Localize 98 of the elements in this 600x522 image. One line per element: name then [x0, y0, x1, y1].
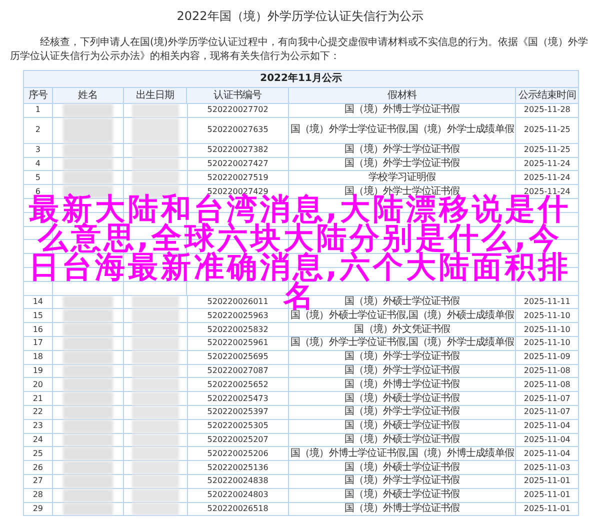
- table-cell: 2025-11-24: [524, 174, 570, 182]
- table-cell: 520220025963: [207, 312, 268, 320]
- table-cell: 20: [32, 380, 44, 389]
- table-cell: 520220025136: [207, 464, 268, 472]
- table-cell: 国（境）外学士学位证书假: [344, 145, 460, 156]
- table-cell: 2025-11-28: [524, 106, 570, 114]
- table-cell: 4: [35, 160, 40, 168]
- table-cell: 国（境）外硕士学位证书假: [344, 296, 460, 307]
- table-cell: 28: [32, 491, 44, 500]
- column-header: 序号: [28, 90, 48, 100]
- table-cell: 520220025207: [207, 436, 268, 444]
- table-cell: 2025-11-08: [524, 380, 570, 389]
- table-cell: 26: [32, 464, 44, 472]
- overlay-headline-line: 最新大陆和台湾消息,大陆漂移说是什: [28, 195, 572, 224]
- table-cell: 5: [35, 174, 40, 182]
- table-cell: 2025-11-08: [524, 366, 570, 375]
- overlay-headline-line: 名: [284, 282, 316, 311]
- table-cell: 国（境）外硕士学位证书假: [344, 394, 460, 404]
- table-cell: 15: [32, 312, 44, 320]
- table-cell: 国（境）外学士学位证书假: [344, 158, 460, 169]
- table-cell: 2: [35, 126, 40, 134]
- column-header: 姓名: [78, 90, 98, 100]
- table-cell: 国（境）外学士学位证书假: [344, 476, 460, 486]
- table-cell: 2025-11-09: [524, 353, 570, 362]
- table-cell: 国（境）外学士学位证书假: [344, 352, 460, 362]
- table-cell: 22: [32, 408, 44, 416]
- table-cell: 2025-11-01: [524, 477, 570, 486]
- table-cell: 2025-11-07: [524, 408, 570, 416]
- table-cell: 27: [32, 477, 44, 486]
- table-cell: 25: [32, 450, 44, 458]
- table-cell: 520220027427: [207, 160, 268, 168]
- page-title: 2022年国（境）外学历学位认证失信行为公示: [176, 8, 424, 24]
- table-cell: 520220025473: [207, 394, 268, 403]
- table-cell: 520220027382: [207, 146, 268, 154]
- table-cell: 3: [35, 146, 40, 154]
- table-cell: 2025-11-01: [524, 491, 570, 500]
- column-header: 假材料: [388, 90, 417, 100]
- table-cell: 2025-11-10: [524, 312, 570, 320]
- table-cell: 520220025652: [207, 380, 268, 389]
- table-cell: 2025-11-24: [524, 188, 570, 196]
- table-cell: 国（境）外硕士学位证书假,国（境）外硕士成绩单假: [290, 310, 514, 321]
- table-cell: 520220025397: [207, 408, 268, 416]
- table-cell: 1: [35, 106, 40, 114]
- table-cell: 19: [32, 366, 44, 375]
- table-cell: 520220025961: [207, 339, 268, 348]
- table-cell: 520220026518: [207, 504, 268, 513]
- intro-paragraph: 经核查，下列申请人在国(境)外学历学位认证过程中，有向我中心提交虚假申请材料或不实信息的行为。依据《国（境）外学历学位认证失信行为公示办法》的相关内容，现将有关失信行为公示如下：: [10, 36, 589, 64]
- table-cell: 2025-11-24: [524, 160, 570, 168]
- table-cell: 520220025832: [207, 326, 268, 334]
- table-cell: 2025-11-04: [524, 422, 570, 430]
- table-cell: 国（境）外硕士学位证书假: [344, 421, 460, 432]
- table-cell: 国（境）外硕士学位证书假: [344, 434, 460, 445]
- overlay-headline-line: 日台海最新准确消息,六个大陆面积排: [28, 253, 572, 282]
- table-cell: 520220025206: [207, 450, 268, 458]
- table-cell: 520220025695: [207, 353, 268, 362]
- table-cell: 国（境）外博士学位证书假: [344, 380, 460, 390]
- table-cell: 2025-11-25: [524, 126, 570, 134]
- table-cell: 国（境）外文凭证书假: [354, 324, 450, 335]
- table-cell: 18: [32, 353, 44, 362]
- table-cell: 国（境）外学士学位证书假: [344, 407, 460, 418]
- table-cell: 29: [32, 504, 44, 513]
- table-cell: 国（境）外学士学位证书假,国（境）外学士成绩单假: [290, 338, 514, 348]
- table-cell: 2025-11-03: [524, 464, 570, 472]
- table-cell: 国（境）外硕士学位证书假: [344, 490, 460, 500]
- table-cell: 2025-11-07: [524, 394, 570, 403]
- table-cell: 国（境）外硕士学位证书假: [344, 462, 460, 473]
- table-cell: 2025-11-04: [524, 436, 570, 444]
- table-cell: 2025-11-10: [524, 339, 570, 348]
- table-cell: 520220027519: [207, 174, 268, 182]
- table-cell: 23: [32, 422, 44, 430]
- table-cell: 6: [35, 188, 40, 196]
- table-cell: 17: [32, 339, 44, 348]
- table-cell: 520220027702: [207, 106, 268, 114]
- column-header: 认证书编号: [214, 90, 262, 100]
- table-cell: 520220024803: [207, 491, 268, 500]
- table-cell: 520220027635: [207, 126, 268, 134]
- table-cell: 2025-11-01: [524, 504, 570, 513]
- table-cell: 24: [32, 436, 44, 444]
- table-cell: 2025-11-25: [524, 146, 570, 154]
- table-cell: 2025-11-10: [524, 326, 570, 334]
- table-cell: 国（境）外博士学位证书假: [344, 504, 460, 514]
- table-cell: 520220027087: [207, 366, 268, 375]
- table-caption: 2022年11月公示: [260, 74, 342, 84]
- table-cell: 国（境）外博士学位证书假,国（境）外博士成绩单假: [290, 448, 514, 459]
- table-cell: 520220024838: [207, 477, 268, 486]
- table-cell: 520220025305: [207, 422, 268, 430]
- table-cell: 21: [32, 394, 44, 403]
- column-header: 出生日期: [136, 90, 174, 100]
- table-cell: 学校学习证明假: [368, 172, 436, 183]
- column-header: 公示结束时间: [518, 90, 576, 100]
- table-cell: 520220026011: [207, 298, 268, 306]
- table-cell: 国（境）外学士学位证书假: [344, 366, 460, 376]
- table-cell: 国（境）外博士学位证书假: [344, 105, 460, 116]
- table-cell: 2025-11-11: [524, 298, 570, 306]
- table-cell: 14: [32, 298, 44, 306]
- table-cell: 2025-11-04: [524, 450, 570, 458]
- table-cell: 16: [32, 326, 44, 334]
- table-cell: 国（境）外学士学位证书假,国（境）外学士成绩单假: [290, 125, 514, 136]
